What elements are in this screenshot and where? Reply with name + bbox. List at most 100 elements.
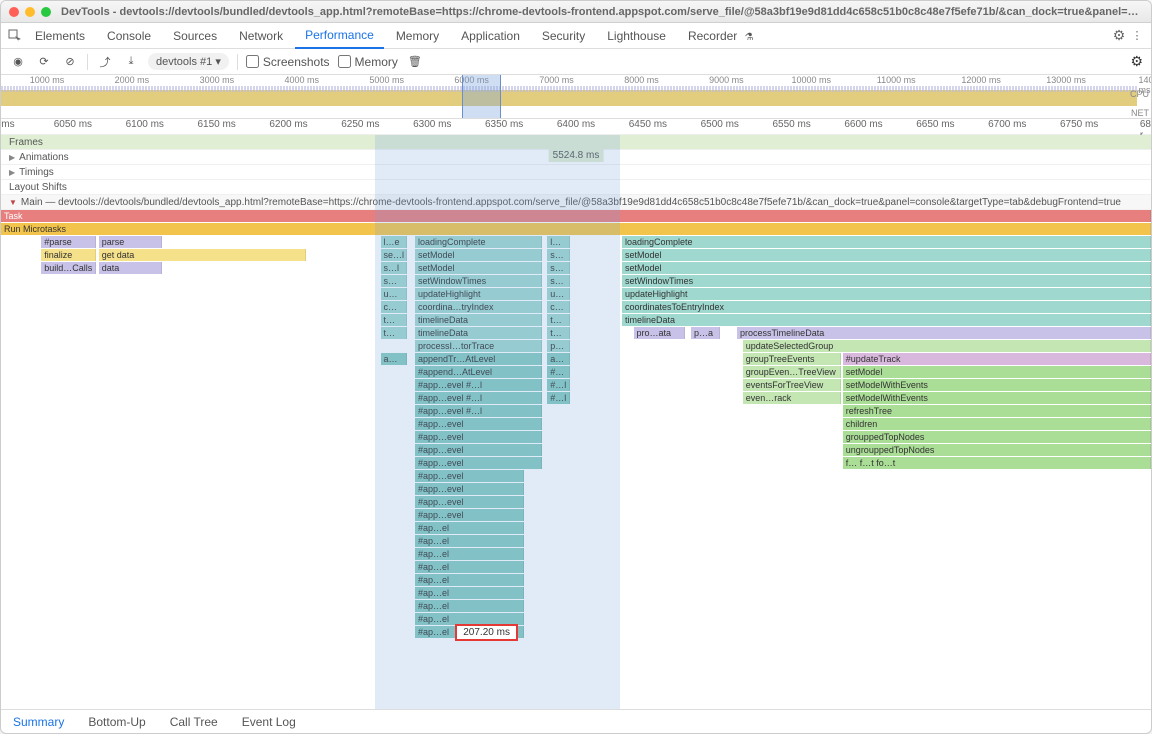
flame-entry[interactable]: f… f…t fo…t — [843, 457, 1151, 469]
flame-entry[interactable]: coordina…tryIndex — [415, 301, 542, 313]
flame-entry[interactable]: s… — [547, 249, 570, 261]
reload-button[interactable]: ⟳ — [35, 53, 53, 71]
flame-entry[interactable]: groupEven…TreeView — [743, 366, 841, 378]
settings-icon[interactable]: ⚙ — [1111, 28, 1127, 44]
flame-entry[interactable]: updateHighlight — [415, 288, 542, 300]
flame-entry[interactable]: loadingComplete — [622, 236, 1151, 248]
flame-entry[interactable]: #app…evel — [415, 418, 542, 430]
minimize-icon[interactable] — [25, 7, 35, 17]
tab-application[interactable]: Application — [451, 24, 530, 48]
clear-button[interactable]: ⊘ — [61, 53, 79, 71]
flame-entry[interactable]: c… — [547, 301, 570, 313]
profile-selector[interactable]: devtools #1 ▾ — [148, 53, 229, 70]
flame-entry[interactable]: p…a — [691, 327, 720, 339]
flame-entry[interactable]: grouppedTopNodes — [843, 431, 1151, 443]
flame-entry[interactable]: t… — [547, 314, 570, 326]
flame-entry[interactable]: timelineData — [622, 314, 1151, 326]
flame-entry[interactable]: se…l — [381, 249, 407, 261]
timings-track[interactable]: ▶Timings — [1, 165, 1151, 180]
main-track-header[interactable]: ▼Main — devtools://devtools/bundled/devt… — [1, 195, 1151, 210]
flame-entry[interactable]: timelineData — [415, 327, 542, 339]
flame-entry[interactable]: l… — [547, 236, 570, 248]
flame-entry[interactable]: #app…evel — [415, 496, 524, 508]
flame-entry[interactable]: processTimelineData — [737, 327, 1151, 339]
flame-entry[interactable]: s… — [381, 275, 407, 287]
screenshots-checkbox[interactable]: Screenshots — [246, 55, 330, 69]
tab-lighthouse[interactable]: Lighthouse — [597, 24, 676, 48]
tab-recorder[interactable]: Recorder ⚗ — [678, 24, 764, 48]
tab-sources[interactable]: Sources — [163, 24, 227, 48]
flame-entry[interactable]: s…l — [381, 262, 407, 274]
flame-entry[interactable]: s… — [547, 262, 570, 274]
tab-network[interactable]: Network — [229, 24, 293, 48]
tab-security[interactable]: Security — [532, 24, 595, 48]
flame-entry[interactable]: #ap…el — [415, 587, 524, 599]
btab-eventlog[interactable]: Event Log — [230, 711, 308, 733]
flame-entry[interactable]: updateSelectedGroup — [743, 340, 1151, 352]
tab-console[interactable]: Console — [97, 24, 161, 48]
download-button[interactable]: ⤓ — [122, 53, 140, 71]
layout-shifts-track[interactable]: Layout Shifts — [1, 180, 1151, 195]
flame-entry[interactable]: #ap…el — [415, 535, 524, 547]
flame-entry[interactable]: #app…evel — [415, 483, 524, 495]
flame-entry[interactable]: #ap…el — [415, 548, 524, 560]
flame-entry[interactable]: children — [843, 418, 1151, 430]
flame-entry[interactable]: setModel — [622, 249, 1151, 261]
inspect-icon[interactable] — [7, 28, 23, 44]
flame-entry[interactable]: #ap…el — [415, 574, 524, 586]
upload-button[interactable]: ⤴ — [96, 53, 114, 71]
flame-entry[interactable]: setWindowTimes — [622, 275, 1151, 287]
flame-entry[interactable]: #app…evel #…l — [415, 405, 542, 417]
record-button[interactable]: ◉ — [9, 53, 27, 71]
tab-performance[interactable]: Performance — [295, 23, 384, 49]
flame-entry[interactable]: pro…ata — [634, 327, 686, 339]
flame-entry[interactable]: u… — [381, 288, 407, 300]
flame-entry[interactable]: p… — [547, 340, 570, 352]
flame-entry[interactable]: setModelWithEvents — [843, 392, 1151, 404]
flame-entry[interactable]: #ap…el — [415, 561, 524, 573]
btab-bottomup[interactable]: Bottom-Up — [76, 711, 157, 733]
flame-entry[interactable]: s… — [547, 275, 570, 287]
flame-entry[interactable]: loadingComplete — [415, 236, 542, 248]
frames-track[interactable]: Frames 5524.8 ms — [1, 135, 1151, 150]
flame-entry[interactable]: #append…AtLevel — [415, 366, 542, 378]
flame-entry[interactable]: #app…evel — [415, 444, 542, 456]
flame-entry[interactable]: #parse — [41, 236, 96, 248]
flame-entry[interactable]: appendTr…AtLevel — [415, 353, 542, 365]
flame-entry[interactable]: coordinatesToEntryIndex — [622, 301, 1151, 313]
flame-entry[interactable]: setModel — [415, 249, 542, 261]
tab-elements[interactable]: Elements — [25, 24, 95, 48]
overview-timeline[interactable]: 1000 ms2000 ms3000 ms4000 ms5000 ms6000 … — [1, 75, 1151, 119]
flame-entry[interactable]: setWindowTimes — [415, 275, 542, 287]
btab-calltree[interactable]: Call Tree — [158, 711, 230, 733]
flame-entry[interactable]: finalize — [41, 249, 96, 261]
memory-checkbox[interactable]: Memory — [338, 55, 398, 69]
flame-entry[interactable]: refreshTree — [843, 405, 1151, 417]
flame-entry[interactable]: updateHighlight — [622, 288, 1151, 300]
flame-entry[interactable]: #app…evel — [415, 431, 542, 443]
flame-entry[interactable]: #…l — [547, 379, 570, 391]
flame-entry[interactable]: eventsForTreeView — [743, 379, 841, 391]
flame-entry[interactable]: #app…evel #…l — [415, 392, 542, 404]
flame-entry[interactable]: t… — [381, 327, 407, 339]
flame-entry[interactable]: #… — [547, 366, 570, 378]
close-icon[interactable] — [9, 7, 19, 17]
flame-entry[interactable]: t… — [381, 314, 407, 326]
flame-entry[interactable]: #app…evel — [415, 470, 524, 482]
flame-entry[interactable]: even…rack — [743, 392, 841, 404]
detail-ruler[interactable]: 00 ms6050 ms6100 ms6150 ms6200 ms6250 ms… — [1, 119, 1151, 135]
overview-selection[interactable] — [462, 75, 501, 118]
flame-entry[interactable]: Run Microtasks — [1, 223, 1151, 235]
more-icon[interactable]: ⋮ — [1129, 28, 1145, 44]
flame-entry[interactable]: a… — [381, 353, 407, 365]
flame-entry[interactable]: setModel — [415, 262, 542, 274]
maximize-icon[interactable] — [41, 7, 51, 17]
flame-entry[interactable]: #…l — [547, 392, 570, 404]
capture-settings-icon[interactable]: ⚙ — [1130, 53, 1143, 70]
flame-entry[interactable]: get data — [99, 249, 306, 261]
flame-entry[interactable]: #app…evel — [415, 509, 524, 521]
flame-entry[interactable]: u… — [547, 288, 570, 300]
flame-entry[interactable]: l…e — [381, 236, 407, 248]
flame-entry[interactable]: a… — [547, 353, 570, 365]
flame-chart[interactable]: TaskRun Microtasks#parseparsel…eloadingC… — [1, 210, 1151, 639]
